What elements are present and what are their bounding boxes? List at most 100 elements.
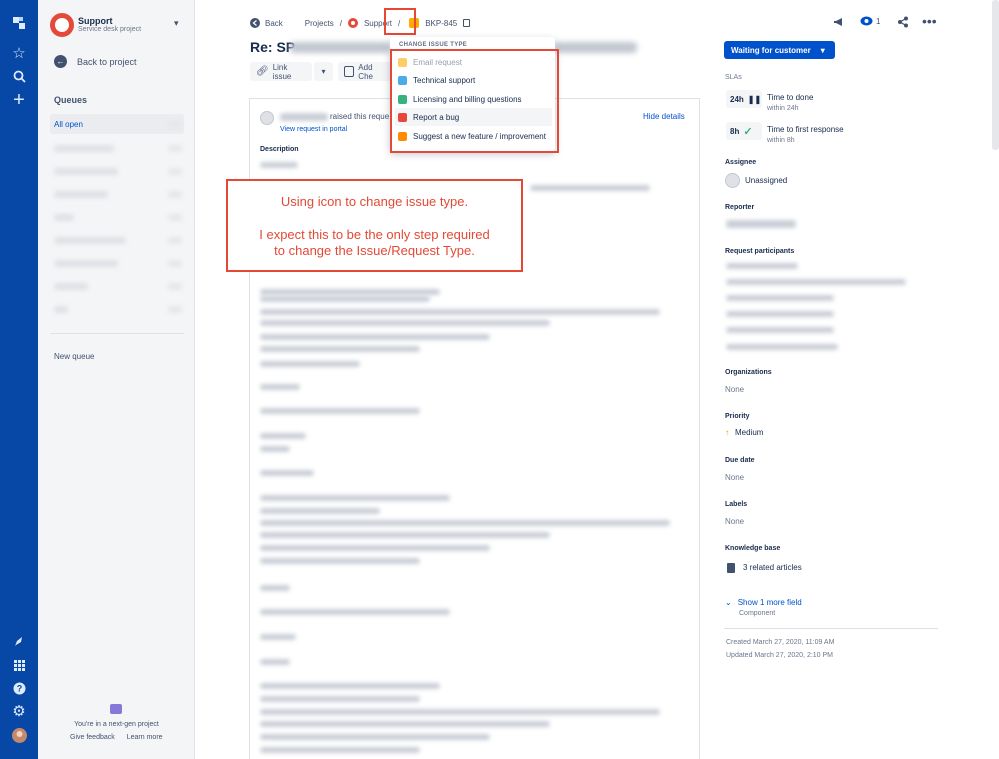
sla-first-response-badge: 8h ✓ <box>726 122 762 140</box>
link-icon: 🔗︎ <box>256 66 269 77</box>
annotation-line-1: Using icon to change issue type. <box>280 194 469 209</box>
blurred-text <box>260 532 550 538</box>
sla-label: Time to first response <box>767 125 844 134</box>
blurred-text <box>530 185 650 191</box>
blurred-text <box>260 508 380 514</box>
new-queue-link[interactable]: New queue <box>54 352 94 361</box>
queue-item[interactable] <box>54 191 108 198</box>
annotation-line-2: I expect this to be the only step requir… <box>259 227 490 242</box>
queue-item[interactable] <box>54 283 88 290</box>
user-avatar[interactable] <box>9 725 29 745</box>
blurred-text <box>260 585 290 591</box>
blurred-text <box>260 320 550 326</box>
show-more-fields[interactable]: ⌄ Show 1 more field <box>725 598 802 607</box>
queue-item[interactable] <box>54 214 74 221</box>
view-in-portal-link[interactable]: View request in portal <box>280 126 347 133</box>
back-button[interactable]: Back <box>250 18 283 28</box>
queue-item[interactable] <box>54 145 114 152</box>
add-checklist-button[interactable]: Add Che <box>338 62 393 81</box>
next-gen-text: You're in a next-gen project <box>74 721 159 728</box>
arrow-left-icon <box>250 18 260 28</box>
queue-item[interactable] <box>54 237 126 244</box>
chevron-down-icon: ▾ <box>321 67 326 76</box>
back-to-project-link[interactable]: ← Back to project <box>54 55 137 68</box>
organizations-value[interactable]: None <box>725 385 744 394</box>
sla-time: 24h <box>730 94 744 104</box>
knowledge-base-link[interactable]: 3 related articles <box>727 563 802 573</box>
rocket-icon[interactable] <box>9 632 29 652</box>
share-icon[interactable] <box>897 16 909 31</box>
issue-key[interactable]: BKP-845 <box>425 19 457 28</box>
link-issue-dropdown[interactable]: ▾ <box>314 62 333 81</box>
issue-type-highlight <box>384 8 416 35</box>
back-label: Back <box>265 18 283 28</box>
queue-count <box>168 260 182 267</box>
reporter-name-blurred <box>280 113 328 121</box>
dropdown-heading: CHANGE ISSUE TYPE <box>399 42 468 48</box>
status-button[interactable]: Waiting for customer ▾ <box>724 41 835 59</box>
search-icon[interactable] <box>9 66 29 86</box>
copy-icon[interactable] <box>463 19 471 27</box>
priority-heading: Priority <box>725 413 750 420</box>
project-lifebuoy-icon <box>347 18 358 28</box>
queue-item[interactable] <box>54 260 118 267</box>
blurred-text <box>260 309 660 315</box>
watch-count: 1 <box>876 16 881 26</box>
description-heading: Description <box>260 146 299 153</box>
participant-blurred <box>726 295 834 301</box>
svg-text:?: ? <box>16 683 22 693</box>
blurred-text <box>260 162 298 168</box>
queue-all-open[interactable]: All open <box>50 114 184 134</box>
reporter-heading: Reporter <box>725 204 755 211</box>
participants-heading: Request participants <box>725 248 795 255</box>
chevron-down-icon[interactable]: ▾ <box>174 18 179 29</box>
status-label: Waiting for customer <box>731 45 811 55</box>
help-icon[interactable]: ? <box>9 678 29 698</box>
queue-item[interactable] <box>54 306 68 313</box>
assignee-heading: Assignee <box>725 159 757 166</box>
watch-button[interactable]: 1 <box>860 16 880 26</box>
queue-item[interactable] <box>54 168 118 175</box>
slas-heading: SLAs <box>725 74 742 81</box>
blurred-text <box>260 709 660 715</box>
blurred-text <box>260 384 300 390</box>
document-icon <box>727 563 735 573</box>
blurred-text <box>260 433 306 439</box>
project-sidebar: Support Service desk project ▾ ← Back to… <box>38 0 195 759</box>
blurred-text <box>260 558 420 564</box>
breadcrumb: Back Projects / Support / BKP-845 <box>250 18 471 28</box>
plus-icon[interactable]: + <box>9 89 29 111</box>
queues-heading: Queues <box>54 95 88 105</box>
apps-icon[interactable] <box>9 655 29 675</box>
issue-title[interactable]: Re: SP <box>250 39 295 55</box>
more-actions-icon[interactable]: ••• <box>922 13 937 29</box>
reporter-blurred <box>726 220 796 228</box>
blurred-text <box>260 446 290 452</box>
assignee-avatar <box>725 173 740 188</box>
labels-value[interactable]: None <box>725 517 744 526</box>
page-scrollbar[interactable] <box>992 0 999 150</box>
blurred-text <box>260 696 420 702</box>
give-feedback-link[interactable]: Give feedback <box>70 734 115 741</box>
issue-title-blurred <box>555 42 637 53</box>
feedback-megaphone-icon[interactable] <box>833 16 845 31</box>
star-icon[interactable]: ☆ <box>9 43 29 63</box>
blurred-text <box>260 634 296 640</box>
jira-logo-icon[interactable] <box>9 13 29 33</box>
organizations-heading: Organizations <box>725 369 772 376</box>
blurred-text <box>260 659 290 665</box>
learn-more-link[interactable]: Learn more <box>127 734 163 741</box>
project-name[interactable]: Support <box>78 16 113 26</box>
queue-label: All open <box>54 120 83 129</box>
breadcrumb-projects[interactable]: Projects <box>305 19 334 28</box>
due-date-value[interactable]: None <box>725 473 744 482</box>
queue-count <box>168 145 182 152</box>
link-issue-button[interactable]: 🔗︎ Link issue <box>250 62 312 81</box>
hide-details-link[interactable]: Hide details <box>643 112 685 121</box>
reporter-avatar <box>260 111 274 125</box>
gear-icon[interactable]: ⚙ <box>9 701 29 721</box>
priority-value[interactable]: ↑ Medium <box>725 428 763 437</box>
right-divider <box>724 628 938 629</box>
assignee-value[interactable]: Unassigned <box>745 176 787 185</box>
next-gen-icon <box>110 704 122 714</box>
